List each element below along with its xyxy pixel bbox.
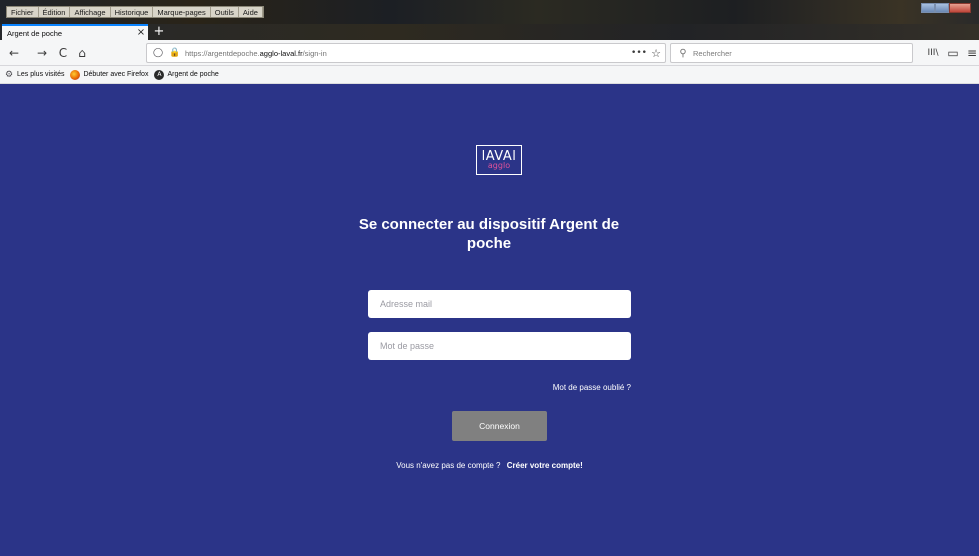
menu-historique[interactable]: Historique: [111, 7, 154, 17]
password-field[interactable]: [368, 332, 631, 360]
bookmark-label: Argent de poche: [167, 71, 219, 78]
library-icon[interactable]: III\: [925, 45, 941, 61]
address-bar[interactable]: ◯ 🔒 https://argentdepoche.agglo-laval.fr…: [146, 43, 666, 63]
tab-strip: Argent de poche × +: [0, 24, 979, 40]
menu-fichier[interactable]: Fichier: [7, 7, 39, 17]
back-icon[interactable]: ←: [6, 45, 22, 61]
menu-affichage[interactable]: Affichage: [70, 7, 111, 17]
bookmarks-toolbar: ⚙ Les plus visités Débuter avec Firefox …: [0, 66, 979, 84]
menu-edition[interactable]: Édition: [39, 7, 71, 17]
maximize-button[interactable]: [935, 3, 949, 13]
menu-outils[interactable]: Outils: [211, 7, 239, 17]
page-actions-icon[interactable]: •••: [631, 48, 647, 58]
logo-subtext: agglo: [487, 161, 511, 170]
forgot-password-link[interactable]: Mot de passe oublié ?: [500, 383, 631, 392]
create-account-link[interactable]: Créer votre compte!: [507, 461, 583, 470]
menu-aide[interactable]: Aide: [239, 7, 263, 17]
tab-close-icon[interactable]: ×: [134, 27, 148, 39]
hamburger-menu-icon[interactable]: ≡: [964, 45, 979, 61]
minimize-button[interactable]: [921, 3, 935, 13]
url-path: /sign-in: [302, 48, 327, 58]
search-input[interactable]: [691, 45, 912, 61]
tab-title: Argent de poche: [7, 28, 63, 38]
search-icon: ⚲: [679, 47, 687, 59]
forward-icon[interactable]: →: [34, 45, 50, 61]
bookmark-argent-de-poche[interactable]: A Argent de poche: [154, 69, 219, 80]
reload-icon[interactable]: C: [55, 45, 71, 61]
login-button[interactable]: Connexion: [452, 411, 547, 441]
close-window-button[interactable]: [949, 3, 971, 13]
window-controls: [921, 3, 971, 13]
tab-argent-de-poche[interactable]: Argent de poche ×: [2, 24, 148, 40]
shield-icon[interactable]: ◯: [151, 48, 165, 58]
navigation-toolbar: ← → C ⌂ ◯ 🔒 https://argentdepoche.agglo-…: [0, 40, 979, 66]
menu-bar: Fichier Édition Affichage Historique Mar…: [6, 6, 264, 18]
firefox-icon: [70, 69, 81, 80]
angular-icon: A: [154, 69, 165, 80]
search-bar[interactable]: ⚲: [670, 43, 913, 63]
sidebar-icon[interactable]: ▭: [945, 45, 961, 61]
bookmark-most-visited[interactable]: ⚙ Les plus visités: [4, 69, 65, 80]
home-icon[interactable]: ⌂: [74, 45, 90, 61]
bookmark-label: Débuter avec Firefox: [83, 71, 149, 78]
url-text[interactable]: https://argentdepoche.agglo-laval.fr/sig…: [185, 49, 631, 58]
lock-icon[interactable]: 🔒: [169, 48, 181, 58]
new-tab-button[interactable]: +: [152, 24, 166, 40]
bookmark-label: Les plus visités: [17, 71, 65, 78]
menu-marque-pages[interactable]: Marque-pages: [153, 7, 211, 17]
login-page: lAVAl agglo Se connecter au dispositif A…: [0, 84, 979, 556]
page-title: Se connecter au dispositif Argent de poc…: [358, 216, 620, 252]
url-prefix: https://argentdepoche.: [185, 48, 260, 58]
url-domain: agglo-laval.fr: [259, 48, 303, 58]
window-titlebar: Fichier Édition Affichage Historique Mar…: [0, 0, 979, 24]
signup-prompt: Vous n'avez pas de compte ? Créer votre …: [300, 461, 679, 470]
bookmark-star-icon[interactable]: ☆: [647, 47, 665, 60]
gear-icon: ⚙: [4, 69, 14, 80]
signup-text: Vous n'avez pas de compte ?: [396, 461, 501, 470]
bookmark-getting-started[interactable]: Débuter avec Firefox: [70, 69, 149, 80]
email-field[interactable]: [368, 290, 631, 318]
laval-agglo-logo: lAVAl agglo: [476, 145, 522, 175]
